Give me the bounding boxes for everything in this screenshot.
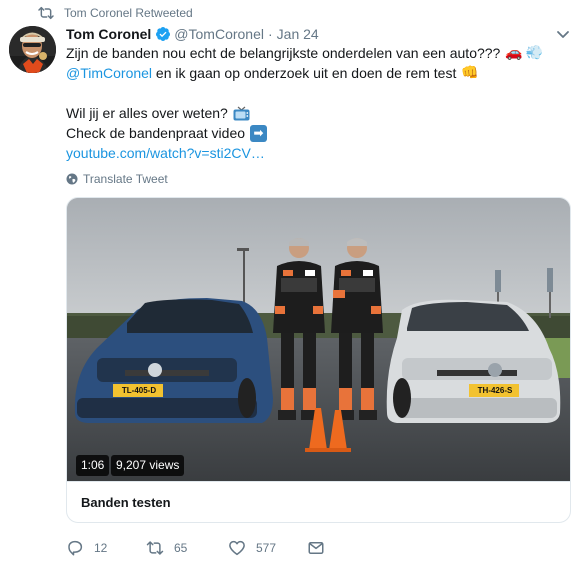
right-arrow-emoji-icon: ➡ [250,124,268,142]
retweet-button[interactable]: 65 [146,538,187,558]
like-count: 577 [256,541,277,555]
video-views: 9,207 views [111,455,185,476]
right-license-plate: TH-426-S [477,386,513,395]
tweet-line-5: youtube.com/watch?v=sti2CV… [66,143,566,163]
like-button[interactable]: 577 [228,538,276,558]
tweet-line-3: Wil jij er alles over weten? [66,103,566,123]
video-card[interactable]: TL-405-D TH-426-S 1:06 9,207 views Bande… [66,197,571,523]
tweet-line-4-text: Check de bandenpraat video [66,125,246,141]
tweet-line-1: Zijn de banden nou echt de belangrijkste… [66,43,566,63]
author-name[interactable]: Tom Coronel [66,26,151,42]
globe-icon [66,173,78,185]
tweet-header: Tom Coronel @TomCoronel · Jan 24 [66,24,319,44]
left-license-plate: TL-405-D [121,386,157,395]
avatar[interactable] [9,26,56,73]
retweet-notice[interactable]: Tom Coronel Retweeted [38,4,193,22]
card-divider [67,481,570,482]
heart-icon [229,540,245,556]
video-thumbnail[interactable]: TL-405-D TH-426-S [67,198,570,481]
retweet-icon [38,6,54,20]
tweet-menu-caret[interactable] [555,26,571,42]
video-duration: 1:06 [76,455,110,476]
tweet-date[interactable]: Jan 24 [277,26,319,42]
author-handle[interactable]: @TomCoronel [174,26,264,42]
tweet-line-2-text: en ik gaan op onderzoek uit en doen de r… [152,65,457,81]
retweet-icon [146,541,164,555]
car-emoji-icon: 🚗 [505,45,523,61]
reply-button[interactable]: 12 [66,538,107,558]
card-title[interactable]: Banden testen [81,495,171,510]
mention-link[interactable]: @TimCoronel [66,63,152,83]
direct-message-button[interactable] [307,538,335,558]
reply-count: 12 [94,541,108,555]
tweet-line-1-text: Zijn de banden nou echt de belangrijkste… [66,45,501,61]
tweet-line-3-text: Wil jij er alles over weten? [66,105,228,121]
retweet-notice-text: Tom Coronel Retweeted [64,6,193,20]
translate-tweet-button[interactable]: Translate Tweet [66,170,168,188]
dash-emoji-icon: 💨 [525,45,544,61]
retweet-count: 65 [174,541,188,555]
tweet-text: Zijn de banden nou echt de belangrijkste… [66,43,566,163]
verified-badge-icon [155,26,171,42]
reply-icon [68,540,83,556]
television-emoji-icon [233,106,250,121]
tweet-actions: 12 65 577 [66,538,366,558]
translate-label: Translate Tweet [83,172,168,186]
fist-emoji-icon: 👊 [461,65,479,81]
tweet-line-2: @TimCoronel en ik gaan op onderzoek uit … [66,63,566,83]
envelope-icon [308,542,324,554]
tweet-line-4: Check de bandenpraat video ➡ [66,123,566,143]
youtube-link[interactable]: youtube.com/watch?v=sti2CV… [66,143,265,163]
header-separator: · [267,26,273,42]
